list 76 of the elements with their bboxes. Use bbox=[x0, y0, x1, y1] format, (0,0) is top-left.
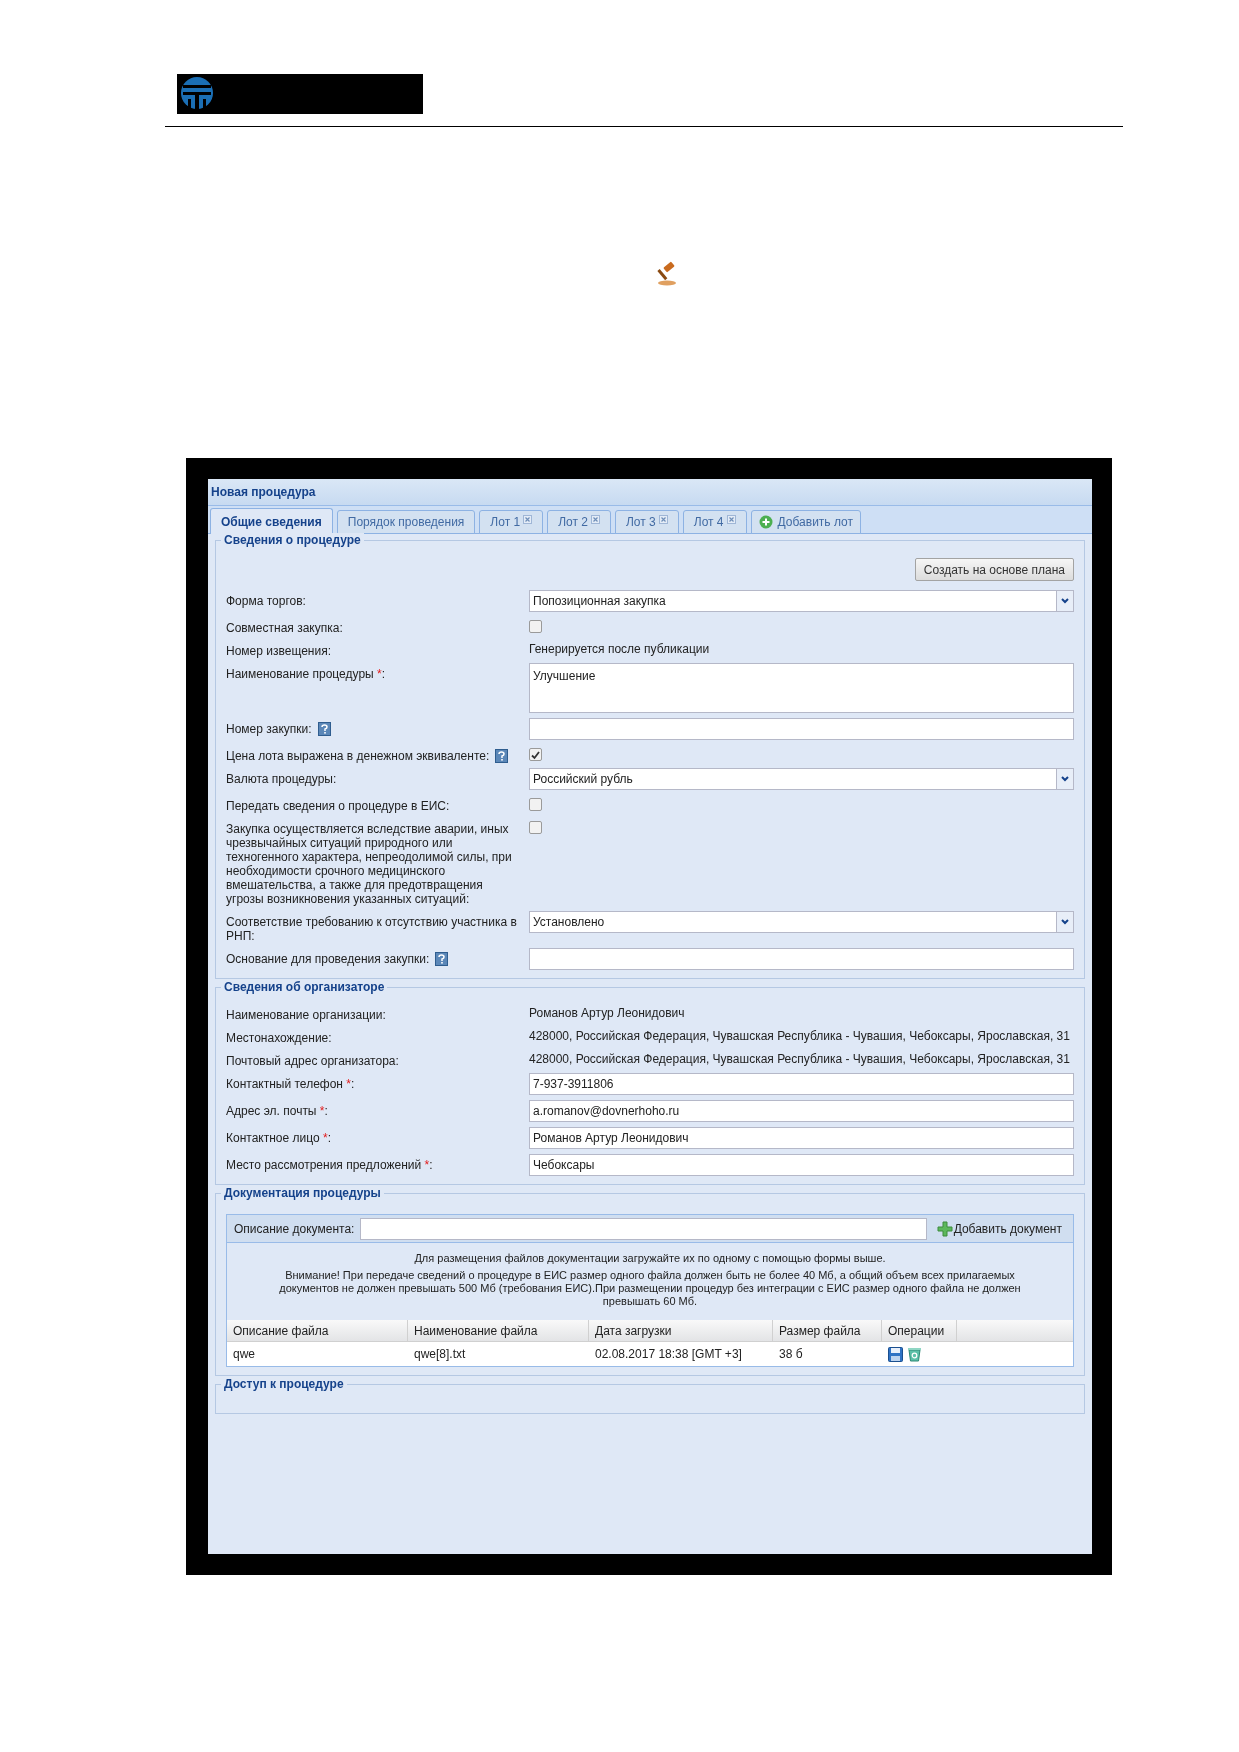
tab[interactable]: Лот 2 bbox=[547, 510, 611, 534]
select-field[interactable]: Попозиционная закупка bbox=[529, 590, 1074, 612]
table-cell-text: qwe[8].txt bbox=[413, 1346, 467, 1363]
field-label: Местонахождение: bbox=[226, 1031, 332, 1045]
field-value: Генерируется после публикации bbox=[529, 641, 711, 656]
close-icon[interactable] bbox=[590, 515, 600, 524]
field-label: Наименование организации: bbox=[226, 1008, 386, 1022]
field-label: Соответствие требованию к отсутствию участника в РНП: bbox=[226, 915, 518, 943]
input-field[interactable] bbox=[360, 1217, 927, 1240]
window-title: Новая процедура bbox=[211, 484, 316, 501]
help-icon[interactable] bbox=[435, 952, 449, 966]
column-header[interactable]: Описание файла bbox=[227, 1320, 408, 1341]
add-document-button[interactable]: Добавить документ bbox=[932, 1219, 1066, 1238]
field-label: Почтовый адрес организатора: bbox=[226, 1054, 399, 1068]
tab[interactable]: Общие сведения bbox=[210, 508, 333, 534]
field-label: Номер извещения: bbox=[226, 644, 331, 658]
select-field[interactable]: Установлено bbox=[529, 911, 1074, 933]
gavel-icon bbox=[655, 261, 679, 287]
field-label: Валюта процедуры: bbox=[226, 772, 337, 786]
field-label: Номер закупки: bbox=[226, 722, 312, 736]
help-icon[interactable] bbox=[495, 749, 509, 763]
tab[interactable]: Лот 4 bbox=[682, 510, 747, 534]
input-field[interactable] bbox=[529, 948, 1074, 970]
help-icon[interactable] bbox=[317, 722, 331, 736]
input-field[interactable] bbox=[529, 718, 1074, 740]
section-title: Сведения об организаторе bbox=[221, 980, 388, 995]
add-lot-tab[interactable]: Добавить лот bbox=[750, 510, 861, 534]
notice-text: Внимание! При передаче сведений о процедуре в ЕИС размер одного файла должен быть не более 40 Мб, а общий объем всех прилагаемых документов не должен превышать 500 Мб (требования ЕИС).При размещении процедур без интеграции с ЕИС размер одного файла не должен превышать 60 Мб. bbox=[278, 1269, 1022, 1308]
field-label: Основание для проведения закупки: bbox=[226, 952, 430, 966]
table-cell-text: qwe bbox=[232, 1346, 256, 1363]
field-label: Контактный телефон *: bbox=[226, 1077, 355, 1091]
field-label: Место рассмотрения предложений *: bbox=[226, 1158, 433, 1172]
checkbox[interactable] bbox=[529, 821, 542, 834]
plus-icon bbox=[758, 515, 773, 529]
field-label: Описание документа: bbox=[234, 1220, 355, 1238]
table-cell-text: 02.08.2017 18:38 [GMT +3] bbox=[594, 1346, 743, 1363]
section-title: Сведения о процедуре bbox=[221, 533, 364, 548]
checkbox[interactable] bbox=[529, 798, 542, 811]
field-value: 428000, Российская Федерация, Чувашская Республика - Чувашия, Чебоксары, Ярославская, 31 bbox=[529, 1051, 1071, 1066]
create-from-plan-button[interactable]: Создать на основе плана bbox=[914, 558, 1074, 581]
field-label: Закупка осуществляется вследствие аварии, иных чрезвычайных ситуаций природного или техногенного характера, непреодолимой силы, при необходимости срочного медицинского вмешательства, а также для предотвращения угрозы возникновения указанных ситуаций: bbox=[226, 822, 513, 906]
field-value: Романов Артур Леонидович bbox=[529, 1005, 686, 1020]
column-header[interactable]: Операции bbox=[882, 1320, 957, 1341]
checkbox[interactable] bbox=[529, 748, 542, 761]
column-header[interactable]: Дата загрузки bbox=[589, 1320, 773, 1341]
close-icon[interactable] bbox=[658, 515, 668, 524]
trash-icon[interactable] bbox=[907, 1346, 922, 1362]
check-icon bbox=[530, 749, 541, 760]
table-cell-text: 38 б bbox=[778, 1346, 804, 1363]
tab[interactable]: Лот 1 bbox=[479, 510, 544, 534]
input-field[interactable]: a.romanov@dovnerhoho.ru bbox=[529, 1100, 1074, 1122]
tab[interactable]: Порядок проведения bbox=[336, 510, 476, 534]
field-label: Форма торгов: bbox=[226, 594, 306, 608]
section-title: Документация процедуры bbox=[221, 1186, 384, 1201]
field-label: Контактное лицо *: bbox=[226, 1131, 331, 1145]
field-label: Цена лота выражена в денежном эквиваленте: bbox=[226, 749, 490, 763]
section-title: Доступ к процедуре bbox=[221, 1377, 347, 1392]
plus-icon bbox=[936, 1220, 953, 1237]
field-value: 428000, Российская Федерация, Чувашская Республика - Чувашия, Чебоксары, Ярославская, 31 bbox=[529, 1028, 1071, 1043]
input-field[interactable]: Чебоксары bbox=[529, 1154, 1074, 1176]
select-field[interactable]: Российский рубль bbox=[529, 768, 1074, 790]
save-icon[interactable] bbox=[888, 1346, 903, 1362]
notice-text: Для размещения файлов документации загружайте их по одному с помощью формы выше. bbox=[413, 1252, 887, 1265]
field-label: Совместная закупка: bbox=[226, 621, 343, 635]
column-header[interactable]: Наименование файла bbox=[408, 1320, 589, 1341]
text-area[interactable]: Улучшение bbox=[529, 663, 1074, 713]
field-label: Наименование процедуры *: bbox=[226, 667, 386, 681]
input-field[interactable]: 7-937-3911806 bbox=[529, 1073, 1074, 1095]
input-field[interactable]: Романов Артур Леонидович bbox=[529, 1127, 1074, 1149]
field-label: Передать сведения о процедуре в ЕИС: bbox=[226, 799, 450, 813]
close-icon[interactable] bbox=[726, 515, 736, 524]
close-icon[interactable] bbox=[523, 515, 533, 524]
column-header[interactable]: Размер файла bbox=[773, 1320, 882, 1341]
tab[interactable]: Лот 3 bbox=[614, 510, 679, 534]
checkbox[interactable] bbox=[529, 620, 542, 633]
field-label: Адрес эл. почты *: bbox=[226, 1104, 328, 1118]
